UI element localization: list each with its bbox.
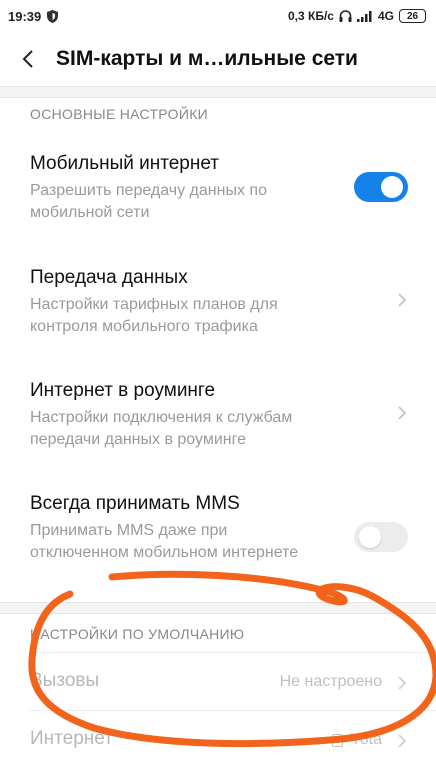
status-time: 19:39	[8, 8, 42, 24]
mms-title: Всегда принимать MMS	[30, 493, 240, 514]
default-internet-value: Yota	[350, 731, 382, 748]
back-button[interactable]	[0, 32, 56, 86]
default-internet-value-group: 2 Yota	[331, 731, 382, 749]
default-internet-row[interactable]: Интернет 2 Yota	[0, 712, 436, 770]
page-title: SIM-карты и м…ильные сети	[56, 47, 358, 70]
status-network: 4G	[377, 9, 394, 23]
mobile-internet-toggle[interactable]	[354, 172, 408, 202]
headphones-icon	[339, 10, 352, 22]
mobile-internet-subtitle: Разрешить передачу данных по мобильной с…	[30, 182, 267, 221]
toggle-knob	[359, 526, 381, 548]
default-calls-row[interactable]: Вызовы Не настроено	[0, 654, 436, 712]
signal-icon	[356, 10, 372, 22]
divider	[30, 652, 436, 653]
mms-toggle[interactable]	[354, 522, 408, 552]
section-separator	[0, 602, 436, 614]
data-transfer-title: Передача данных	[30, 267, 188, 288]
status-bar: 19:39 0,3 КБ/с 4G 26	[0, 0, 436, 32]
default-internet-label: Интернет	[30, 728, 113, 749]
mms-subtitle: Принимать MMS даже при отключенном мобил…	[30, 522, 299, 561]
data-transfer-subtitle: Настройки тарифных планов для контроля м…	[30, 296, 278, 335]
battery-level: 26	[406, 10, 419, 22]
section-heading-basic: ОСНОВНЫЕ НАСТРОЙКИ	[30, 106, 209, 122]
data-transfer-setting[interactable]: Передача данных Настройки тарифных плано…	[30, 266, 410, 338]
mms-setting[interactable]: Всегда принимать MMS Принимать MMS даже …	[30, 492, 410, 564]
toggle-knob	[381, 176, 403, 198]
chevron-right-icon	[398, 676, 407, 690]
roaming-subtitle: Настройки подключения к службам передачи…	[30, 409, 293, 448]
roaming-title: Интернет в роуминге	[30, 380, 216, 401]
shield-icon	[47, 9, 59, 23]
default-calls-value: Не настроено	[279, 673, 382, 690]
status-speed: 0,3 КБ/с	[288, 9, 334, 23]
chevron-right-icon	[398, 406, 407, 420]
back-arrow-icon	[22, 50, 33, 68]
section-heading-defaults: НАСТРОЙКИ ПО УМОЛЧАНИЮ	[30, 626, 245, 642]
default-calls-label: Вызовы	[30, 670, 100, 691]
chevron-right-icon	[398, 293, 407, 307]
roaming-setting[interactable]: Интернет в роуминге Настройки подключени…	[30, 379, 410, 451]
battery-icon: 26	[399, 9, 426, 23]
sim-card-icon: 2	[331, 733, 343, 747]
app-header: SIM-карты и м…ильные сети	[0, 32, 436, 86]
divider	[30, 710, 436, 711]
chevron-right-icon	[398, 734, 407, 748]
mobile-internet-setting[interactable]: Мобильный интернет Разрешить передачу да…	[30, 152, 410, 224]
mobile-internet-title: Мобильный интернет	[30, 153, 219, 174]
section-separator	[0, 86, 436, 98]
